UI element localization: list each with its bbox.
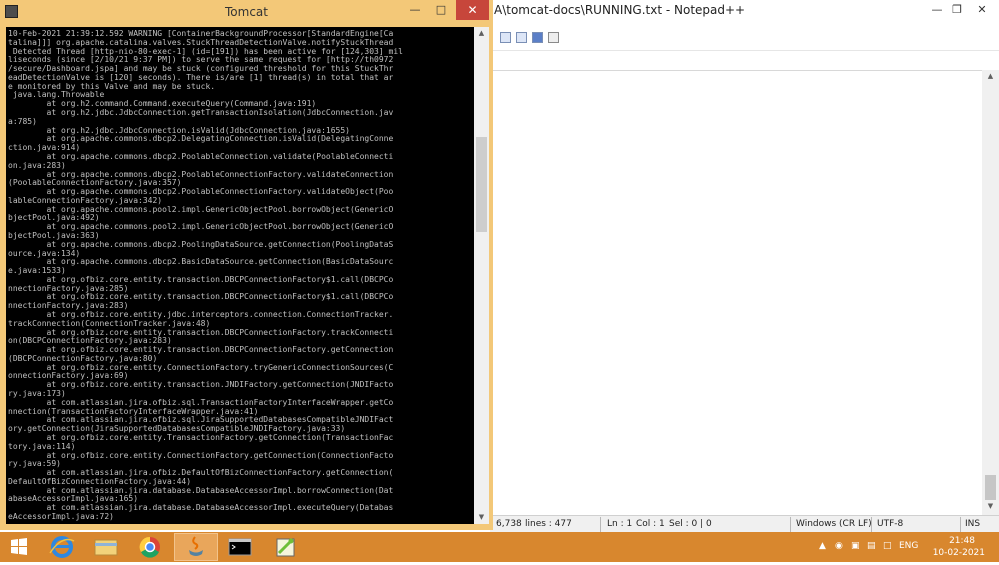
start-button[interactable]	[0, 533, 38, 561]
java-icon	[189, 536, 203, 556]
status-selection: Sel : 0 | 0	[669, 519, 712, 529]
status-mode[interactable]: INS	[965, 519, 980, 529]
minimize-button[interactable]: —	[926, 0, 948, 20]
console-line: eAccessorImpl.java:72)	[8, 511, 114, 521]
minimize-button[interactable]: —	[404, 0, 426, 20]
taskbar-command-prompt[interactable]	[218, 533, 262, 561]
console-output[interactable]: 10-Feb-2021 21:39:12.592 WARNING [Contai…	[6, 27, 474, 524]
message-icon[interactable]: □	[883, 541, 892, 551]
notepad-statusbar: 6,738 lines : 477 Ln : 1 Col : 1 Sel : 0…	[490, 515, 999, 533]
show-hidden-icons-icon[interactable]: ▲	[819, 541, 826, 551]
stop-recording-icon[interactable]	[500, 32, 511, 43]
notepad-title: A\tomcat-docs\RUNNING.txt - Notepad++	[494, 3, 746, 17]
scrollbar-thumb[interactable]	[985, 475, 996, 500]
chrome-icon	[139, 536, 160, 558]
taskbar-notepad-plus-plus[interactable]	[264, 533, 308, 561]
internet-explorer-icon	[49, 536, 75, 558]
clock-date[interactable]: 10-02-2021	[933, 548, 985, 558]
volume-icon[interactable]: ◉	[835, 541, 843, 551]
tomcat-window[interactable]: Tomcat — □ ✕ 10-Feb-2021 21:39:12.592 WA…	[0, 0, 493, 530]
scroll-down-icon[interactable]: ▼	[982, 502, 999, 510]
status-length: 6,738	[496, 519, 522, 529]
console-text: 10-Feb-2021 21:39:12.592 WARNING [Contai…	[6, 27, 474, 522]
console-line: at org.ofbiz.core.entity.TransactionFact…	[8, 432, 394, 442]
playback-icon[interactable]	[516, 32, 527, 43]
input-tray-icon[interactable]: ▣	[851, 541, 860, 551]
status-encoding[interactable]: UTF-8	[877, 519, 903, 529]
scroll-up-icon[interactable]: ▲	[982, 72, 999, 80]
scrollbar-thumb[interactable]	[476, 137, 487, 232]
command-prompt-icon	[228, 538, 252, 556]
console-line: at org.apache.commons.dbcp2.PoolableConn…	[8, 151, 394, 161]
notepad-window[interactable]: A\tomcat-docs\RUNNING.txt - Notepad++ — …	[490, 0, 999, 533]
close-button[interactable]: ✕	[971, 0, 993, 20]
save-macro-icon[interactable]	[548, 32, 559, 43]
status-lines: lines : 477	[525, 519, 572, 529]
restore-button[interactable]: ❐	[946, 0, 968, 20]
windows-logo-icon	[11, 538, 27, 555]
scroll-down-icon[interactable]: ▼	[474, 513, 489, 521]
taskbar-file-explorer[interactable]	[84, 533, 128, 561]
maximize-button[interactable]: □	[430, 0, 452, 20]
notepad-editor[interactable]	[490, 70, 982, 511]
folder-icon	[94, 539, 118, 556]
notepad-plus-plus-icon	[276, 538, 295, 557]
close-button[interactable]: ✕	[456, 0, 489, 20]
clock-time[interactable]: 21:48	[949, 536, 975, 546]
notepad-toolbar	[490, 28, 999, 51]
console-line: at org.apache.commons.dbcp2.BasicDataSou…	[8, 257, 394, 267]
taskbar-internet-explorer[interactable]	[40, 533, 84, 561]
notepad-titlebar[interactable]: A\tomcat-docs\RUNNING.txt - Notepad++ — …	[490, 0, 999, 22]
tomcat-titlebar[interactable]: Tomcat — □ ✕	[0, 0, 493, 25]
scroll-up-icon[interactable]: ▲	[474, 29, 489, 37]
status-column: Col : 1	[636, 519, 665, 529]
console-line: at org.h2.jdbc.JdbcConnection.getTransac…	[8, 108, 394, 118]
network-icon[interactable]: ▤	[867, 541, 876, 551]
console-scrollbar[interactable]: ▲ ▼	[474, 27, 489, 524]
tray-language[interactable]: ENG	[899, 541, 918, 551]
console-line: at org.ofbiz.core.entity.transaction.JND…	[8, 380, 394, 390]
notepad-scrollbar[interactable]: ▲ ▼	[982, 70, 999, 515]
console-line: at org.ofbiz.core.entity.ConnectionFacto…	[8, 450, 394, 460]
taskbar-java[interactable]	[174, 533, 218, 561]
run-macro-multiple-icon[interactable]	[532, 32, 543, 43]
taskbar: ▲ ◉ ▣ ▤ □ ENG 21:48 10-02-2021	[0, 532, 999, 562]
status-line: Ln : 1	[607, 519, 633, 529]
taskbar-chrome[interactable]	[128, 533, 172, 561]
status-eol[interactable]: Windows (CR LF)	[796, 519, 872, 529]
system-tray: ▲ ◉ ▣ ▤ □ ENG 21:48 10-02-2021	[809, 532, 999, 562]
